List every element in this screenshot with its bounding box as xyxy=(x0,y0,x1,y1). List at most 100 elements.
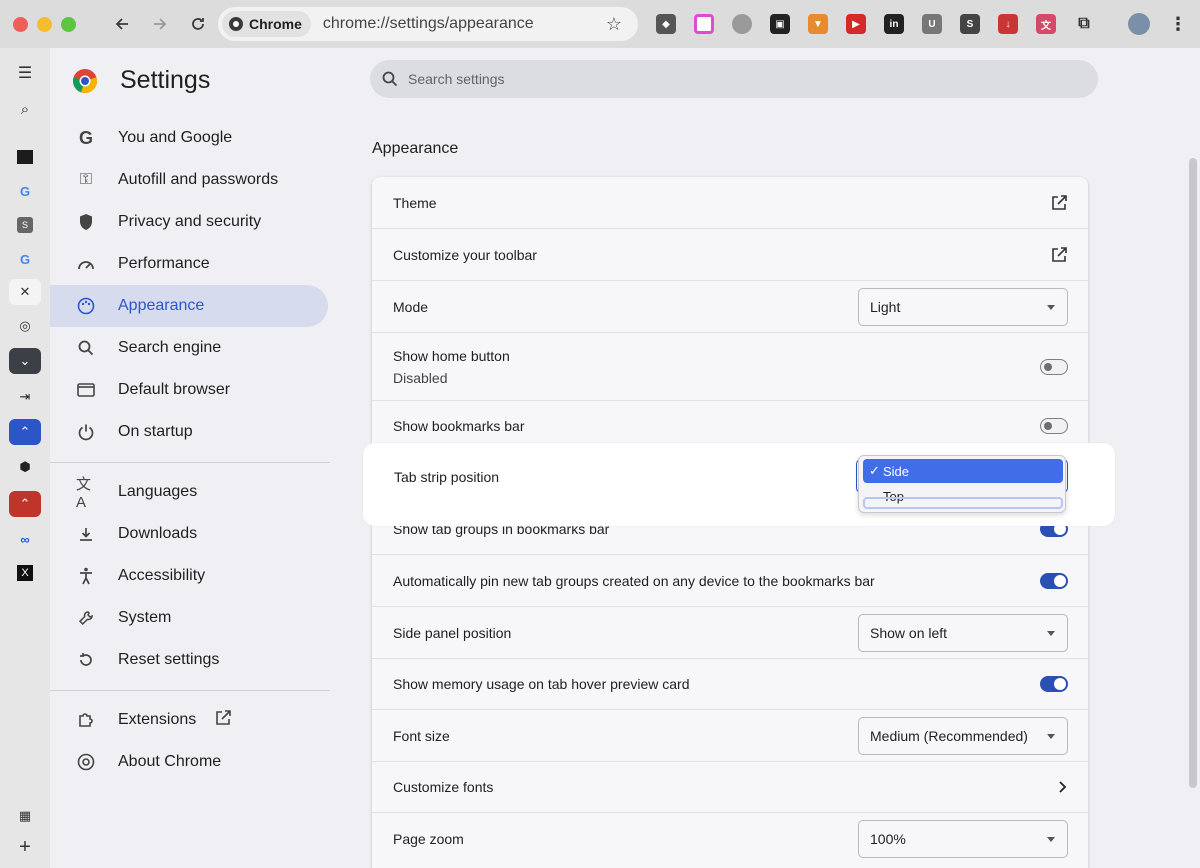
chrome-beta-logo-icon xyxy=(72,68,98,93)
nav-label: Performance xyxy=(118,255,210,272)
nav-downloads[interactable]: Downloads xyxy=(50,513,328,555)
tab-strip-dropdown-menu: Side Top xyxy=(858,455,1066,513)
vertical-tab-strip: ☰ ⌕ G S G ✕ ◎ ⌄ ⇥ ⌃ ⬢ ⌃ ∞ X ▦ + xyxy=(0,48,50,868)
download-icon xyxy=(76,524,96,544)
page-zoom-select[interactable]: 100% xyxy=(858,819,1068,858)
extension-fox-icon[interactable]: ▼ xyxy=(808,14,828,34)
extension-translate-icon[interactable]: 文 xyxy=(1036,14,1056,34)
tab-chrome-icon[interactable]: ◎ xyxy=(9,313,41,339)
tab-google-icon[interactable]: G xyxy=(9,178,41,204)
extension-in-icon[interactable]: in xyxy=(884,14,904,34)
tab-s-icon[interactable]: S xyxy=(9,212,41,238)
extension-u-icon[interactable]: U xyxy=(922,14,942,34)
page-scrollbar[interactable] xyxy=(1189,158,1197,788)
tab-group-expand-red[interactable]: ⌃ xyxy=(9,491,41,517)
open-external-icon[interactable] xyxy=(1050,246,1068,264)
bookmarks-bar-toggle[interactable] xyxy=(1040,418,1068,434)
nav-extensions[interactable]: Extensions xyxy=(50,699,328,741)
palette-icon xyxy=(76,296,96,316)
row-customize-fonts[interactable]: Customize fonts xyxy=(372,761,1088,812)
puzzle-icon xyxy=(76,710,96,730)
back-button[interactable] xyxy=(108,10,136,38)
address-bar[interactable]: Chrome chrome://settings/appearance ☆ xyxy=(218,7,638,41)
nav-appearance[interactable]: Appearance xyxy=(50,285,328,327)
nav-on-startup[interactable]: On startup xyxy=(50,411,328,453)
wrench-icon xyxy=(76,608,96,628)
extension-shield-icon[interactable]: ◆ xyxy=(656,14,676,34)
search-settings-input[interactable]: Search settings xyxy=(370,60,1098,98)
extension-circle-icon[interactable] xyxy=(732,14,752,34)
pin-groups-toggle[interactable] xyxy=(1040,572,1068,589)
tab-group-collapse-1[interactable]: ⌄ xyxy=(9,348,41,374)
url-text[interactable]: chrome://settings/appearance xyxy=(323,15,534,33)
reload-button[interactable] xyxy=(184,10,212,38)
nav-privacy[interactable]: Privacy and security xyxy=(50,201,328,243)
nav-performance[interactable]: Performance xyxy=(50,243,328,285)
profile-avatar[interactable] xyxy=(1128,13,1150,35)
forward-button[interactable] xyxy=(146,10,174,38)
tab-strip-position-label: Tab strip position xyxy=(394,469,500,485)
site-chip-label: Chrome xyxy=(249,16,302,32)
tab-arrow-icon[interactable]: ⇥ xyxy=(9,384,41,410)
close-window-button[interactable] xyxy=(13,16,28,32)
row-theme[interactable]: Theme xyxy=(372,177,1088,228)
browser-window-icon xyxy=(76,380,96,400)
open-external-icon[interactable] xyxy=(1050,194,1068,212)
speedometer-icon xyxy=(76,254,96,274)
bookmark-star-icon[interactable]: ☆ xyxy=(606,14,622,35)
tab-search-icon[interactable]: ⌕ xyxy=(9,96,41,122)
nav-label: Reset settings xyxy=(118,651,220,668)
row-page-zoom: Page zoom 100% xyxy=(372,812,1088,864)
nav-system[interactable]: System xyxy=(50,597,328,639)
row-label: Customize fonts xyxy=(393,779,494,795)
font-size-select[interactable]: Medium (Recommended) xyxy=(858,716,1068,755)
nav-about-chrome[interactable]: About Chrome xyxy=(50,741,328,783)
new-tab-plus-icon[interactable]: + xyxy=(9,834,41,860)
extension-tabs-icon[interactable]: ▣ xyxy=(770,14,790,34)
nav-label: About Chrome xyxy=(118,753,222,770)
row-label: Mode xyxy=(393,298,429,315)
nav-label: Privacy and security xyxy=(118,213,262,230)
tab-close-active[interactable]: ✕ xyxy=(9,279,41,305)
row-label: Side panel position xyxy=(393,624,512,641)
nav-default-browser[interactable]: Default browser xyxy=(50,369,328,411)
nav-languages[interactable]: 文A Languages xyxy=(50,471,328,513)
nav-label: Appearance xyxy=(118,297,205,314)
dropdown-option-side[interactable]: Side xyxy=(863,459,1063,483)
nav-accessibility[interactable]: Accessibility xyxy=(50,555,328,597)
tab-meta-icon[interactable]: ∞ xyxy=(9,526,41,552)
site-chip[interactable]: Chrome xyxy=(222,11,311,37)
extension-download-icon[interactable]: ↓ xyxy=(998,14,1018,34)
mode-select[interactable]: Light xyxy=(858,287,1068,326)
menu-kebab-icon[interactable]: ⋮ xyxy=(1168,14,1188,34)
tab-x-icon[interactable]: X xyxy=(9,560,41,586)
nav-label: On startup xyxy=(118,423,193,440)
extension-s-icon[interactable]: S xyxy=(960,14,980,34)
nav-reset-settings[interactable]: Reset settings xyxy=(50,639,328,681)
chevron-right-icon xyxy=(1056,780,1068,794)
search-icon xyxy=(382,71,398,87)
tab-group-expand-blue[interactable]: ⌃ xyxy=(9,419,41,445)
row-customize-toolbar[interactable]: Customize your toolbar xyxy=(372,228,1088,280)
extension-youtube-icon[interactable]: ▶ xyxy=(846,14,866,34)
tab-grid-icon[interactable]: ▦ xyxy=(9,803,41,829)
nav-label: Extensions xyxy=(118,711,197,728)
tab-google-icon-2[interactable]: G xyxy=(9,246,41,272)
minimize-window-button[interactable] xyxy=(37,16,52,32)
memory-usage-toggle[interactable] xyxy=(1040,676,1068,692)
chrome-logo-icon xyxy=(76,752,96,772)
reset-icon xyxy=(76,650,96,670)
nav-autofill[interactable]: ⚿ Autofill and passwords xyxy=(50,159,328,201)
tab-cube-icon[interactable]: ⬢ xyxy=(9,454,41,480)
tab-favicon-1[interactable] xyxy=(9,144,41,170)
maximize-window-button[interactable] xyxy=(61,16,76,32)
arrow-right-icon xyxy=(154,18,167,30)
browser-toolbar: Chrome chrome://settings/appearance ☆ ◆ … xyxy=(0,0,1200,48)
extension-color-icon[interactable] xyxy=(694,14,714,34)
nav-search-engine[interactable]: Search engine xyxy=(50,327,328,369)
nav-you-and-google[interactable]: G You and Google xyxy=(50,117,328,159)
collapse-tabs-icon[interactable]: ☰ xyxy=(9,60,41,86)
extensions-puzzle-icon[interactable]: ⧉ xyxy=(1074,14,1094,34)
side-panel-select[interactable]: Show on left xyxy=(858,613,1068,652)
home-button-toggle[interactable] xyxy=(1040,359,1068,375)
